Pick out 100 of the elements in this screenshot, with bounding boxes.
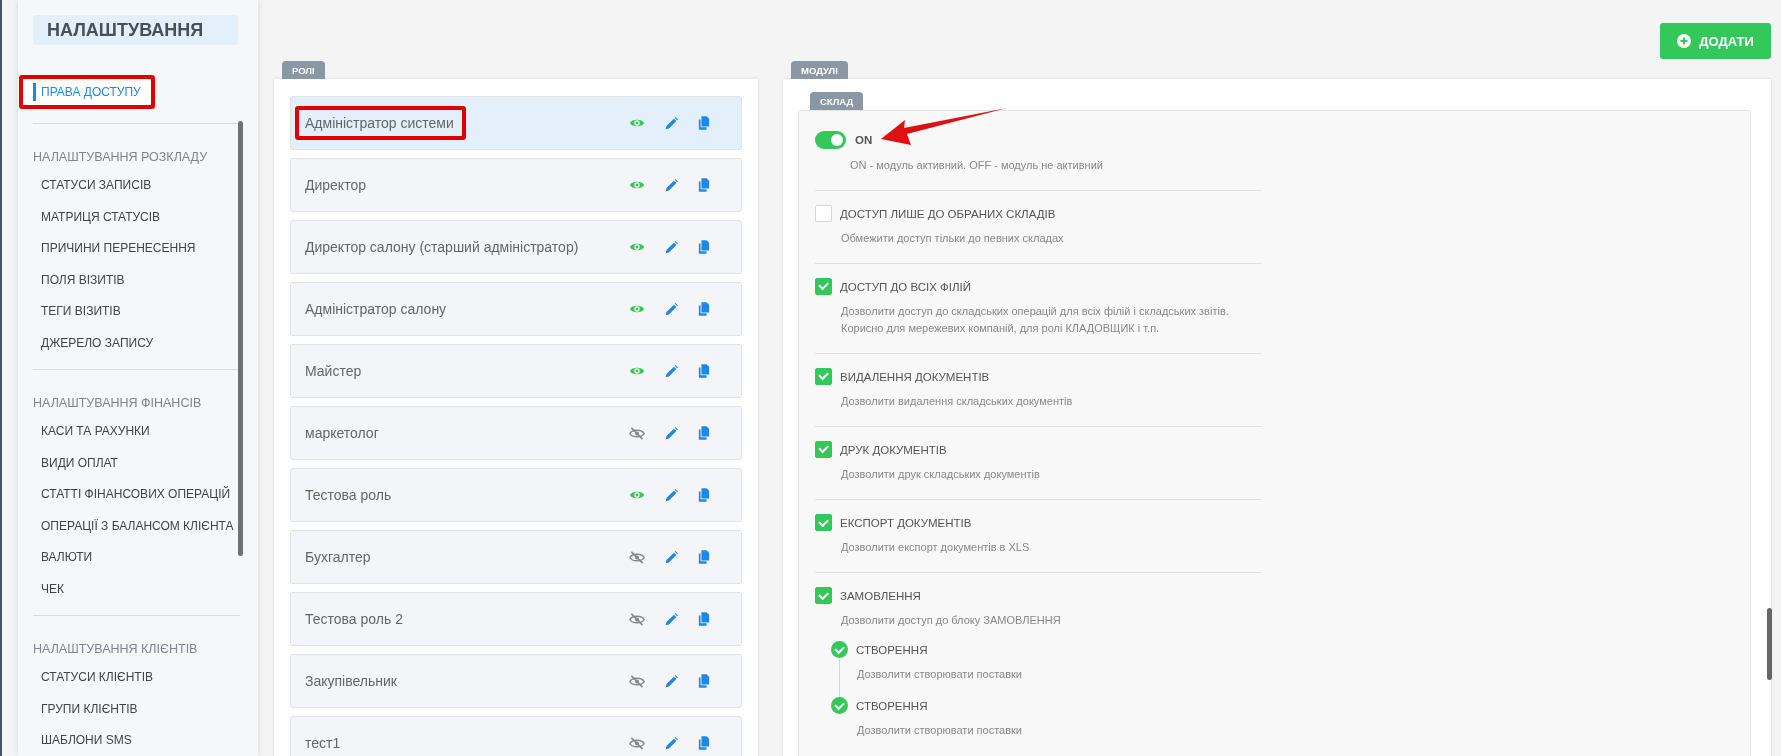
role-name: Директор <box>305 177 366 193</box>
sidebar-item[interactable]: ВАЛЮТИ <box>33 542 238 574</box>
eye-slash-icon[interactable] <box>629 550 645 564</box>
copy-icon[interactable] <box>698 302 710 316</box>
role-name: Директор салону (старший адміністратор) <box>305 239 579 255</box>
scrollbar[interactable] <box>1767 608 1772 680</box>
setting-label: ДОСТУП ЛИШЕ ДО ОБРАНИХ СКЛАДІВ <box>840 207 1056 220</box>
setting-description: Дозволити експорт документів в XLS <box>841 540 1031 556</box>
toggle-switch[interactable] <box>815 131 846 149</box>
toggle-label: ON <box>855 134 873 146</box>
setting-label: ДРУК ДОКУМЕНТІВ <box>840 443 947 456</box>
eye-icon[interactable] <box>629 117 645 129</box>
sidebar-item[interactable]: СТАТУСИ ЗАПИСІВ <box>33 170 238 202</box>
role-row[interactable]: маркетолог <box>290 406 742 460</box>
sidebar-item[interactable]: ГРУПИ КЛІЄНТІВ <box>33 693 238 725</box>
pencil-icon[interactable] <box>665 612 678 626</box>
copy-icon[interactable] <box>698 488 710 502</box>
checkbox[interactable] <box>815 587 832 605</box>
eye-icon[interactable] <box>629 489 645 501</box>
sidebar-item[interactable]: ПРАВА ДОСТУПУ <box>33 83 141 101</box>
pencil-icon[interactable] <box>665 488 678 502</box>
role-row[interactable]: Директор салону (старший адміністратор) <box>290 220 742 274</box>
sidebar-item[interactable]: СТАТТІ ФІНАНСОВИХ ОПЕРАЦІЙ <box>33 479 238 511</box>
setting-description: Дозволити доступ до блоку ЗАМОВЛЕННЯ <box>841 613 1062 629</box>
sidebar-item[interactable]: ТЕГИ ВІЗИТІВ <box>33 296 238 328</box>
role-name: тест1 <box>305 735 341 751</box>
eye-slash-icon[interactable] <box>629 426 645 440</box>
setting-description: Дозволити видалення складських документів <box>841 394 1074 410</box>
pencil-icon[interactable] <box>665 674 678 688</box>
copy-icon[interactable] <box>698 240 710 254</box>
pencil-icon[interactable] <box>665 240 678 254</box>
check-circle[interactable] <box>831 697 848 715</box>
role-name: Адміністратор системи <box>305 115 454 131</box>
role-row[interactable]: Адміністратор системи <box>290 96 742 150</box>
scrollbar[interactable] <box>238 121 243 556</box>
sidebar-item[interactable]: ПОЛЯ ВІЗИТІВ <box>33 264 238 296</box>
copy-icon[interactable] <box>698 178 710 192</box>
setting-label: ДОСТУП ДО ВСІХ ФІЛІЙ <box>840 280 971 293</box>
sidebar-item[interactable]: КАСИ ТА РАХУНКИ <box>33 416 238 448</box>
sidebar-item[interactable]: ОПЕРАЦІЇ З БАЛАНСОМ КЛІЄНТА <box>33 510 238 542</box>
role-row[interactable]: Майстер <box>290 344 742 398</box>
pencil-icon[interactable] <box>665 116 678 130</box>
setting-label: ЕКСПОРТ ДОКУМЕНТІВ <box>840 516 972 529</box>
pencil-icon[interactable] <box>665 736 678 750</box>
section-header: НАЛАШТУВАННЯ КЛІЄНТІВ <box>33 641 199 658</box>
eye-slash-icon[interactable] <box>629 674 645 688</box>
role-row[interactable]: Директор <box>290 158 742 212</box>
copy-icon[interactable] <box>698 550 710 564</box>
copy-icon[interactable] <box>698 364 710 378</box>
sidebar-item[interactable]: ЧЕК <box>33 573 238 605</box>
setting-description: ON - модуль активний. OFF - модуль не активний <box>850 158 1104 173</box>
sidebar-item[interactable]: ШАБЛОНИ SMS <box>33 725 238 756</box>
eye-slash-icon[interactable] <box>629 736 645 750</box>
checkbox[interactable] <box>815 368 832 386</box>
sidebar-item[interactable]: ПРИЧИНИ ПЕРЕНЕСЕННЯ <box>33 233 238 265</box>
copy-icon[interactable] <box>698 736 710 750</box>
role-name: Тестова роль 2 <box>305 611 403 627</box>
sidebar-item[interactable]: ВИДИ ОПЛАТ <box>33 447 238 479</box>
eye-icon[interactable] <box>629 179 645 191</box>
copy-icon[interactable] <box>698 612 710 626</box>
setting-label: ЗАМОВЛЕННЯ <box>840 589 921 602</box>
eye-slash-icon[interactable] <box>629 612 645 626</box>
sidebar-item[interactable]: СТАТУСИ КЛІЄНТІВ <box>33 662 238 694</box>
role-name: Бухгалтер <box>305 549 371 565</box>
plus-icon <box>1677 34 1692 48</box>
setting-description: Дозволити створювати поставки <box>857 667 1023 683</box>
checkbox[interactable] <box>815 441 832 459</box>
role-name: Тестова роль <box>305 487 392 503</box>
role-name: маркетолог <box>305 425 379 441</box>
pencil-icon[interactable] <box>665 364 678 378</box>
checkbox[interactable] <box>815 514 832 532</box>
role-row[interactable]: Тестова роль 2 <box>290 592 742 646</box>
role-row[interactable]: Бухгалтер <box>290 530 742 584</box>
eye-icon[interactable] <box>629 365 645 377</box>
pencil-icon[interactable] <box>665 550 678 564</box>
eye-icon[interactable] <box>629 303 645 315</box>
role-row[interactable]: Тестова роль <box>290 468 742 522</box>
checkbox[interactable] <box>815 278 832 296</box>
sidebar-item[interactable]: ДЖЕРЕЛО ЗАПИСУ <box>33 327 238 359</box>
eye-icon[interactable] <box>629 241 645 253</box>
copy-icon[interactable] <box>698 426 710 440</box>
role-name: Адміністратор салону <box>305 301 447 317</box>
setting-description: Дозволити створювати поставки <box>857 723 1023 739</box>
checkbox[interactable] <box>815 205 832 223</box>
role-row[interactable]: Адміністратор салону <box>290 282 742 336</box>
sidebar-item[interactable]: МАТРИЦЯ СТАТУСІВ <box>33 201 238 233</box>
section-header: НАЛАШТУВАННЯ ФІНАНСІВ <box>33 395 203 412</box>
pencil-icon[interactable] <box>665 302 678 316</box>
check-circle[interactable] <box>831 641 848 659</box>
setting-description: Обмежити доступ тільки до певних складах <box>841 231 1065 247</box>
setting-label: СТВОРЕННЯ <box>856 643 928 656</box>
setting-label: СТВОРЕННЯ <box>856 699 928 712</box>
pencil-icon[interactable] <box>665 426 678 440</box>
setting-label: ВИДАЛЕННЯ ДОКУМЕНТІВ <box>840 370 990 383</box>
pencil-icon[interactable] <box>665 178 678 192</box>
copy-icon[interactable] <box>698 116 710 130</box>
role-name: Закупівельник <box>305 673 397 689</box>
role-row[interactable]: тест1 <box>290 716 742 756</box>
copy-icon[interactable] <box>698 674 710 688</box>
role-row[interactable]: Закупівельник <box>290 654 742 708</box>
